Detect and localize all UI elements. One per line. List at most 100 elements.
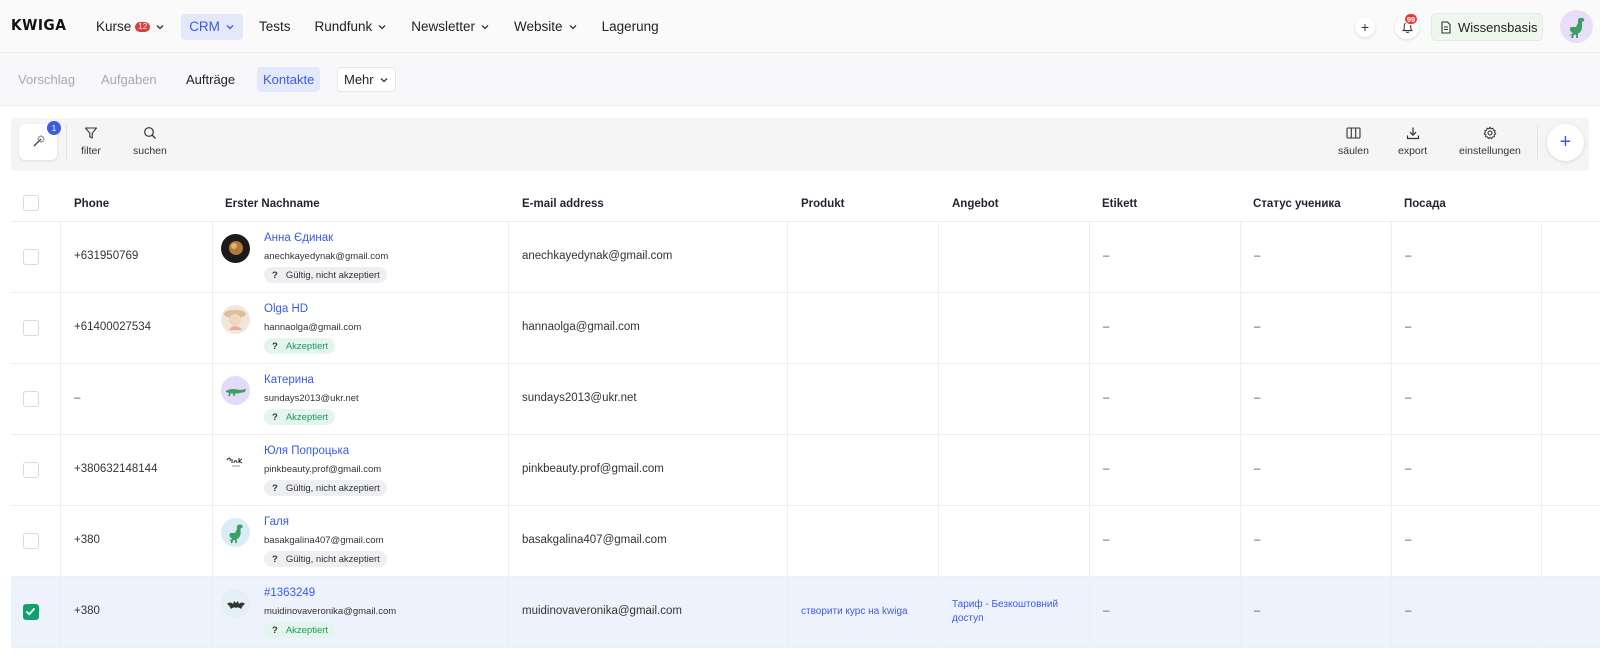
columns-button[interactable]: säulen (1338, 126, 1369, 157)
row-checkbox[interactable] (23, 249, 39, 265)
posada-cell: – (1405, 605, 1412, 617)
row-checkbox[interactable] (23, 533, 39, 549)
gear-icon (1483, 126, 1497, 140)
tab-mehr[interactable]: Mehr (337, 67, 396, 92)
student-status-cell: – (1254, 250, 1261, 262)
column-divider (508, 293, 509, 364)
table-row[interactable]: +380632148144 Юля Попроцька pinkbeauty.p… (11, 435, 1600, 506)
column-header-email[interactable]: E-mail address (522, 198, 604, 210)
column-divider (1391, 435, 1392, 506)
contact-name-link[interactable]: Анна Єдинак (264, 232, 333, 244)
contact-name-link[interactable]: #1363249 (264, 587, 315, 599)
table-row[interactable]: – Катерина sundays2013@ukr.net ? Akzeptie… (11, 364, 1600, 435)
column-divider (508, 506, 509, 577)
bat-icon (226, 600, 245, 609)
tab-vorschlag[interactable]: Vorschlag (12, 67, 81, 92)
column-divider (1541, 577, 1542, 648)
dinosaur-icon (1568, 17, 1584, 38)
status-badge-label: Gültig, nicht akzeptiert (285, 482, 380, 494)
column-divider (1541, 506, 1542, 577)
angebot-link[interactable]: Тариф - Безкоштовний доступ (952, 598, 1058, 626)
contact-avatar[interactable] (221, 376, 250, 405)
contact-name-link[interactable]: Olga HD (264, 303, 308, 315)
column-header-posada[interactable]: Посада (1404, 198, 1446, 210)
angebot-link-line: доступ (952, 613, 984, 624)
contact-avatar[interactable] (221, 447, 250, 476)
nav-item-label: Website (514, 19, 563, 34)
contact-name-link[interactable]: Катерина (264, 374, 314, 386)
table-row[interactable]: +631950769 Анна Єдинак anechkayedynak@gm… (11, 222, 1600, 293)
tab-mehr-label: Mehr (344, 72, 374, 87)
table-row[interactable]: +380 #1363249 muidinovaveronika@gmail.co… (11, 577, 1600, 648)
export-button[interactable]: export (1398, 126, 1427, 157)
nav-item-website[interactable]: Website (506, 14, 586, 40)
tab-kontakte[interactable]: Kontakte (257, 67, 321, 92)
contact-avatar[interactable] (221, 518, 250, 547)
nav-item-label: Rundfunk (314, 19, 373, 34)
phone-cell: +380632148144 (74, 463, 158, 475)
produkt-link[interactable]: створити курс на kwiga (801, 605, 908, 619)
avatar-photo-icon (224, 310, 246, 330)
add-contact-button[interactable]: + (1547, 124, 1584, 161)
column-divider (1240, 222, 1241, 293)
nav-item-crm[interactable]: CRM (181, 13, 243, 40)
search-button[interactable]: suchen (133, 126, 167, 157)
contact-avatar[interactable] (221, 305, 250, 334)
chevron-down-icon (568, 22, 578, 32)
contact-avatar[interactable] (221, 589, 250, 618)
user-avatar[interactable] (1560, 10, 1593, 43)
settings-button[interactable]: einstellungen (1459, 126, 1521, 157)
nav-item-rundfunk[interactable]: Rundfunk (306, 14, 395, 40)
contact-avatar[interactable] (221, 234, 250, 263)
question-icon: ? (272, 269, 278, 281)
tab-auftraege[interactable]: Aufträge (180, 67, 241, 92)
nav-item-newsletter[interactable]: Newsletter (403, 14, 498, 40)
knowledge-base-button[interactable]: Wissensbasis (1431, 13, 1543, 41)
nav-item-tests[interactable]: Tests (251, 14, 299, 40)
column-header-angebot[interactable]: Angebot (952, 198, 999, 210)
row-checkbox[interactable] (23, 391, 39, 407)
row-checkbox[interactable] (23, 462, 39, 478)
contact-email: anechkayedynak@gmail.com (264, 251, 389, 262)
table-row[interactable]: +61400027534 Olga HD hannaolga@gmail.com… (11, 293, 1600, 364)
filter-button[interactable]: filter (81, 126, 101, 157)
column-header-student-status[interactable]: Статус ученика (1253, 198, 1341, 210)
status-badge: ? Gültig, nicht akzeptiert (264, 551, 387, 567)
chevron-down-icon (377, 22, 387, 32)
column-divider (1089, 293, 1090, 364)
question-icon: ? (272, 553, 278, 565)
posada-cell: – (1405, 321, 1412, 333)
status-badge-label: Akzeptiert (285, 411, 329, 423)
column-header-phone[interactable]: Phone (74, 198, 109, 210)
kwiga-logo[interactable]: KWIGA (11, 16, 66, 34)
contact-name-link[interactable]: Галя (264, 516, 289, 528)
column-divider (60, 364, 61, 435)
nav-item-label: CRM (189, 19, 220, 34)
column-divider (787, 293, 788, 364)
email-cell: hannaolga@gmail.com (522, 321, 640, 333)
column-header-produkt[interactable]: Produkt (801, 198, 844, 210)
quick-add-button[interactable]: + (1355, 17, 1375, 37)
status-badge-label: Gültig, nicht akzeptiert (285, 269, 380, 281)
contact-name-link[interactable]: Юля Попроцька (264, 445, 349, 457)
column-header-etikett[interactable]: Etikett (1102, 198, 1137, 210)
column-divider (212, 364, 213, 435)
magic-wand-icon (33, 135, 45, 147)
row-checkbox[interactable] (23, 604, 39, 620)
posada-cell: – (1405, 534, 1412, 546)
column-divider (938, 222, 939, 293)
tab-aufgaben[interactable]: Aufgaben (95, 67, 163, 92)
status-badge: ? Akzeptiert (264, 409, 336, 425)
row-checkbox[interactable] (23, 320, 39, 336)
chevron-down-icon (379, 75, 389, 85)
nav-item-lagerung[interactable]: Lagerung (594, 14, 667, 40)
nav-item-kurse[interactable]: Kurse 12 (88, 14, 173, 40)
chevron-down-icon (480, 22, 490, 32)
column-divider (1089, 222, 1090, 293)
table-row[interactable]: +380 Галя basakgalina407@gmail.com ? Gült… (11, 506, 1600, 577)
search-icon (144, 127, 156, 139)
nav-item-label: Tests (258, 19, 291, 34)
columns-icon (1346, 127, 1361, 139)
column-header-name[interactable]: Erster Nachname (225, 198, 320, 210)
select-all-checkbox[interactable] (23, 195, 39, 211)
